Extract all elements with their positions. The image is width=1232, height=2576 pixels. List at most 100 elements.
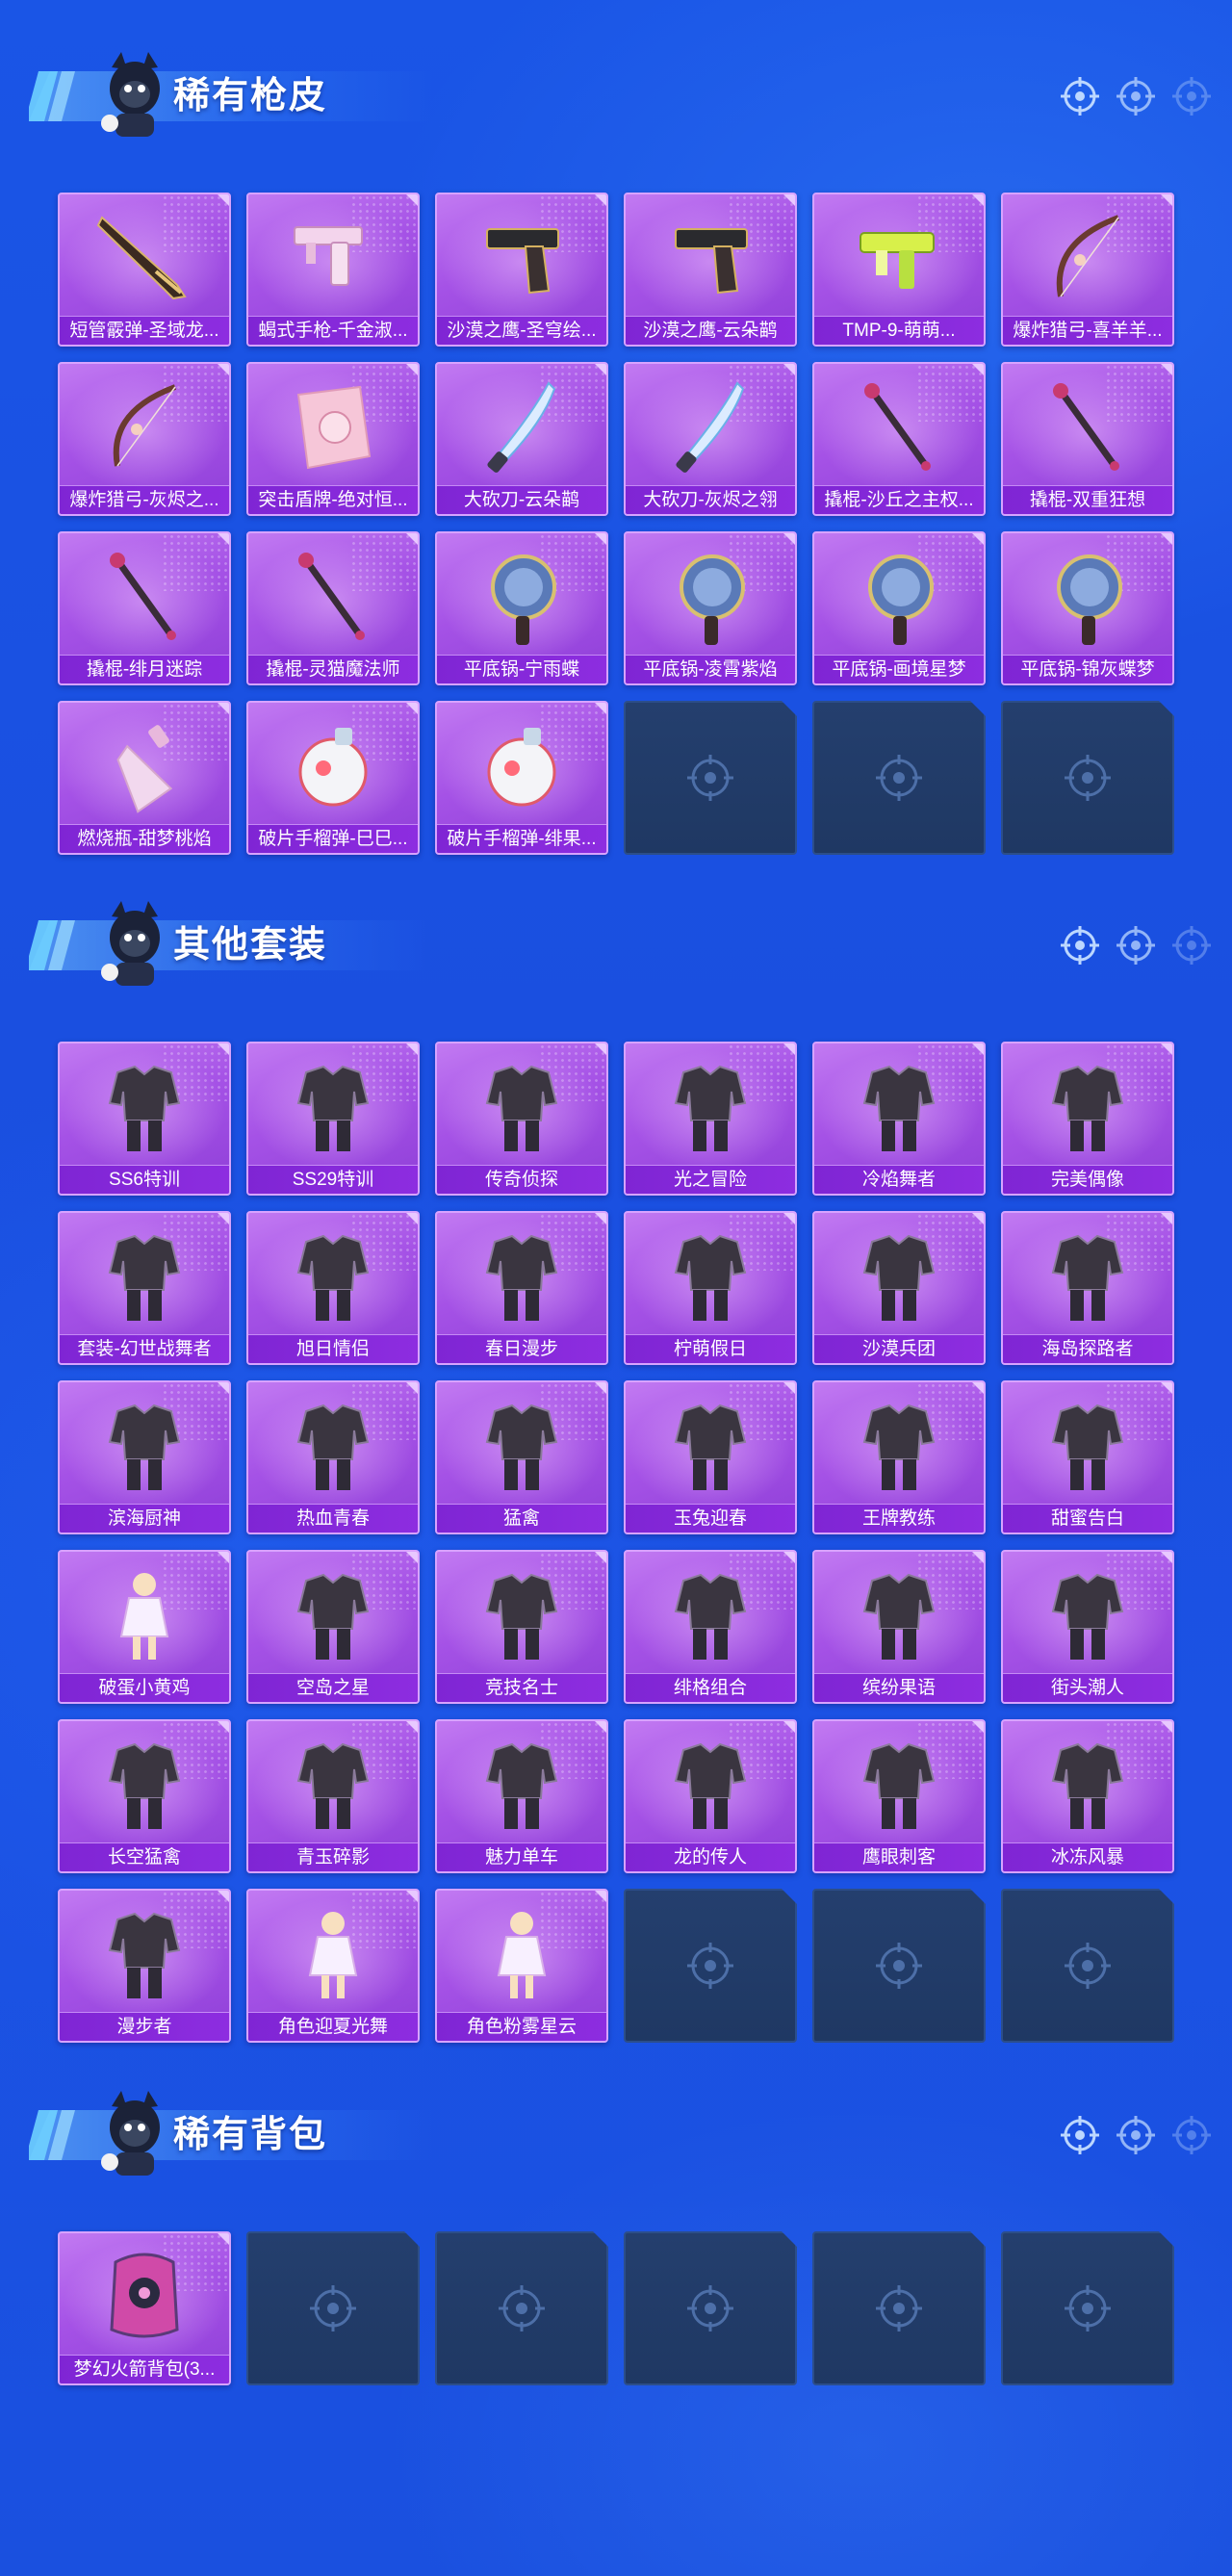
frying-pan-icon <box>680 554 745 645</box>
item-tile[interactable]: 短管霰弹-圣域龙... <box>58 193 231 347</box>
item-tile[interactable]: 滨海厨神 <box>58 1380 231 1534</box>
item-tile[interactable]: 鹰眼刺客 <box>812 1719 986 1873</box>
item-tile[interactable]: 热血青春 <box>246 1380 420 1534</box>
item-label: SS6特训 <box>60 1165 229 1194</box>
item-tile[interactable]: 撬棍-绯月迷踪 <box>58 531 231 685</box>
crowbar-icon <box>110 553 176 640</box>
outfit-icon <box>674 1234 747 1321</box>
item-tile[interactable]: 绯格组合 <box>624 1550 797 1704</box>
item-label: 鹰眼刺客 <box>814 1842 984 1871</box>
outfit-icon <box>485 1573 558 1660</box>
item-tile[interactable]: SS6特训 <box>58 1042 231 1196</box>
header-target-icons <box>1059 924 1213 966</box>
item-tile[interactable]: 撬棍-灵猫魔法师 <box>246 531 420 685</box>
outfit-icon <box>108 1912 181 1998</box>
item-label: 破蛋小黄鸡 <box>60 1673 229 1702</box>
item-tile[interactable]: 玉兔迎春 <box>624 1380 797 1534</box>
item-tile[interactable]: 梦幻火箭背包(3... <box>58 2231 231 2385</box>
item-tile[interactable]: 长空猛禽 <box>58 1719 231 1873</box>
item-label: 竞技名士 <box>437 1673 606 1702</box>
item-grid: 梦幻火箭背包(3... <box>58 2231 1174 2385</box>
item-label: 角色粉雾星云 <box>437 2012 606 2041</box>
item-label: 破片手榴弹-巳巳... <box>248 824 418 853</box>
item-tile[interactable]: 角色迎夏光舞 <box>246 1889 420 2043</box>
item-tile[interactable]: 大砍刀-云朵鹋 <box>435 362 608 516</box>
item-tile[interactable]: 春日漫步 <box>435 1211 608 1365</box>
item-tile[interactable]: 破蛋小黄鸡 <box>58 1550 231 1704</box>
item-tile[interactable]: 大砍刀-灰烬之翎 <box>624 362 797 516</box>
handgun-icon <box>486 228 559 295</box>
item-tile[interactable]: 撬棍-沙丘之主权... <box>812 362 986 516</box>
item-tile[interactable]: 爆炸猎弓-灰烬之... <box>58 362 231 516</box>
outfit-icon <box>296 1234 370 1321</box>
crosshair-icon <box>1172 77 1211 116</box>
item-tile[interactable]: 漫步者 <box>58 1889 231 2043</box>
outfit-icon <box>485 1742 558 1829</box>
item-label: 长空猛禽 <box>60 1842 229 1871</box>
item-tile[interactable]: 平底锅-画境星梦 <box>812 531 986 685</box>
item-label: 燃烧瓶-甜梦桃焰 <box>60 824 229 853</box>
item-tile[interactable]: 沙漠之鹰-圣穹绘... <box>435 193 608 347</box>
outfit-icon <box>674 1065 747 1151</box>
item-tile[interactable]: 沙漠兵团 <box>812 1211 986 1365</box>
character-icon <box>497 1912 547 1998</box>
item-tile[interactable]: 套装-幻世战舞者 <box>58 1211 231 1365</box>
outfit-icon <box>1051 1404 1124 1490</box>
item-tile[interactable]: 完美偶像 <box>1001 1042 1174 1196</box>
item-tile[interactable]: 缤纷果语 <box>812 1550 986 1704</box>
item-tile[interactable]: 破片手榴弹-绯果... <box>435 701 608 855</box>
item-tile[interactable]: 光之冒险 <box>624 1042 797 1196</box>
outfit-icon <box>862 1065 936 1151</box>
item-tile[interactable]: 撬棍-双重狂想 <box>1001 362 1174 516</box>
item-label: 突击盾牌-绝对恒... <box>248 485 418 514</box>
item-tile[interactable]: 旭日情侣 <box>246 1211 420 1365</box>
item-tile[interactable]: 燃烧瓶-甜梦桃焰 <box>58 701 231 855</box>
item-tile[interactable]: 青玉碎影 <box>246 1719 420 1873</box>
item-tile[interactable]: 猛禽 <box>435 1380 608 1534</box>
item-tile[interactable]: 沙漠之鹰-云朵鹋 <box>624 193 797 347</box>
item-tile[interactable]: 龙的传人 <box>624 1719 797 1873</box>
item-tile[interactable]: 角色粉雾星云 <box>435 1889 608 2043</box>
item-label: 短管霰弹-圣域龙... <box>60 316 229 345</box>
item-tile[interactable]: 冰冻风暴 <box>1001 1719 1174 1873</box>
item-tile[interactable]: 突击盾牌-绝对恒... <box>246 362 420 516</box>
item-tile[interactable]: 甜蜜告白 <box>1001 1380 1174 1534</box>
item-grid: SS6特训 SS29特训 传奇侦探 光之冒险 冷焰舞者 完美偶像套装-幻世战舞者 旭日情侣春… <box>58 1042 1174 2043</box>
item-tile[interactable]: 王牌教练 <box>812 1380 986 1534</box>
item-label: 滨海厨神 <box>60 1504 229 1533</box>
outfit-icon <box>674 1404 747 1490</box>
item-tile[interactable]: 冷焰舞者 <box>812 1042 986 1196</box>
outfit-icon <box>108 1742 181 1829</box>
item-label: 角色迎夏光舞 <box>248 2012 418 2041</box>
item-tile[interactable]: 平底锅-锦灰蝶梦 <box>1001 531 1174 685</box>
item-tile[interactable]: 蝎式手枪-千金淑... <box>246 193 420 347</box>
item-tile[interactable]: 魅力单车 <box>435 1719 608 1873</box>
crosshair-icon <box>1116 2116 1155 2154</box>
item-label: 爆炸猎弓-喜羊羊... <box>1003 316 1172 345</box>
item-tile[interactable]: 竞技名士 <box>435 1550 608 1704</box>
item-tile[interactable]: 破片手榴弹-巳巳... <box>246 701 420 855</box>
crosshair-icon <box>1061 77 1099 116</box>
item-tile[interactable]: 街头潮人 <box>1001 1550 1174 1704</box>
item-tile[interactable]: 平底锅-凌霄紫焰 <box>624 531 797 685</box>
item-label: 冷焰舞者 <box>814 1165 984 1194</box>
item-label: 青玉碎影 <box>248 1842 418 1871</box>
item-tile[interactable]: 平底锅-宁雨蝶 <box>435 531 608 685</box>
item-label: 大砍刀-灰烬之翎 <box>626 485 795 514</box>
crosshair-icon <box>872 751 926 805</box>
item-label: 平底锅-画境星梦 <box>814 655 984 683</box>
item-tile[interactable]: 海岛探路者 <box>1001 1211 1174 1365</box>
item-label: 旭日情侣 <box>248 1334 418 1363</box>
item-tile[interactable]: TMP-9-萌萌... <box>812 193 986 347</box>
outfit-icon <box>1051 1234 1124 1321</box>
item-tile[interactable]: 传奇侦探 <box>435 1042 608 1196</box>
handgun-icon <box>675 228 748 295</box>
outfit-icon <box>485 1065 558 1151</box>
item-tile[interactable]: 空岛之星 <box>246 1550 420 1704</box>
pistol-icon <box>294 226 363 286</box>
item-tile[interactable]: 爆炸猎弓-喜羊羊... <box>1001 193 1174 347</box>
outfit-icon <box>862 1234 936 1321</box>
item-tile[interactable]: 柠萌假日 <box>624 1211 797 1365</box>
shield-icon <box>296 385 372 470</box>
item-tile[interactable]: SS29特训 <box>246 1042 420 1196</box>
